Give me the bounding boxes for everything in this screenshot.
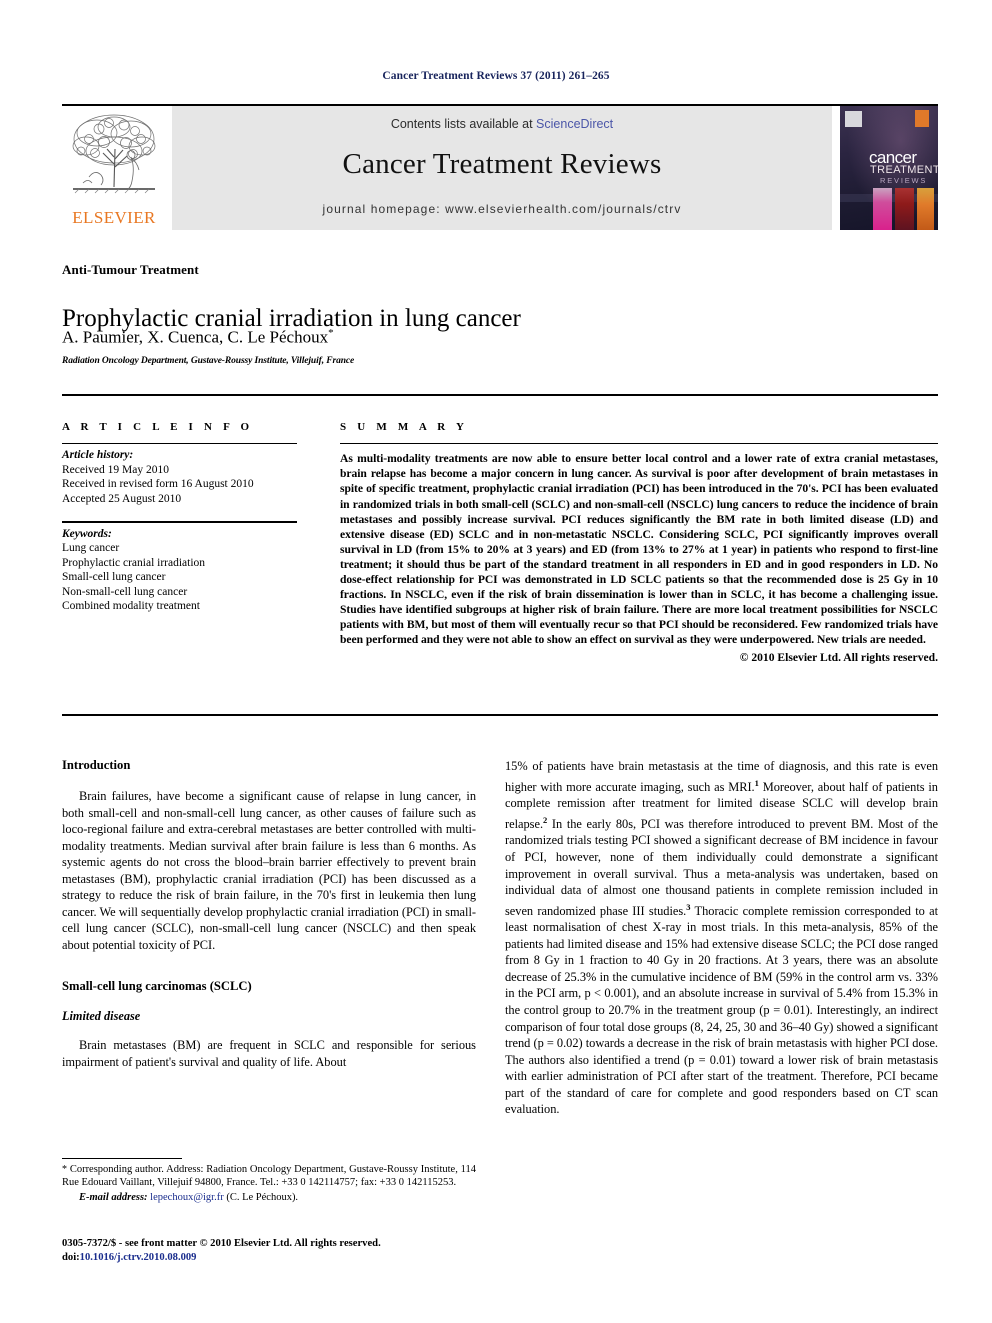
author-names: A. Paumier, X. Cuenca, C. Le Péchoux	[62, 327, 329, 347]
article-history-rule	[62, 443, 297, 445]
cover-title-reviews: REVIEWS	[880, 176, 928, 185]
abstract-text: As multi-modality treatments are now abl…	[340, 452, 938, 647]
contents-available-line: Contents lists available at ScienceDirec…	[172, 117, 832, 131]
keywords-label: Keywords:	[62, 527, 112, 540]
elsevier-tree-icon	[72, 114, 156, 194]
email-address-link[interactable]: lepechoux@igr.fr	[150, 1192, 224, 1203]
summary-header: S U M M A R Y	[340, 421, 469, 433]
body-column-left: Introduction Brain failures, have become…	[62, 758, 476, 1071]
issn-line: 0305-7372/$ - see front matter © 2010 El…	[62, 1238, 381, 1249]
journal-cover-thumbnail[interactable]: cancer TREATMENT REVIEWS	[840, 106, 938, 230]
keyword-item: Non-small-cell lung cancer	[62, 585, 188, 598]
doi-line: doi:10.1016/j.ctrv.2010.08.009	[62, 1251, 532, 1265]
abstract-box-bottom-rule	[62, 714, 938, 716]
right-text-d: Thoracic complete remission corresponded…	[505, 903, 939, 1117]
journal-banner: Contents lists available at ScienceDirec…	[172, 106, 832, 230]
cover-swatch-orange	[917, 188, 934, 230]
keyword-item: Small-cell lung cancer	[62, 571, 166, 584]
keywords-rule	[62, 521, 297, 523]
footnote-separator-rule	[62, 1158, 182, 1160]
doi-label: doi:	[62, 1251, 80, 1263]
right-text-c: In the early 80s, PCI was therefore intr…	[505, 816, 938, 918]
article-history-label: Article history:	[62, 449, 134, 462]
abstract-box-top-rule	[62, 394, 938, 396]
elsevier-logo: ELSEVIER	[62, 106, 166, 230]
footnote-email-line: E-mail address: lepechoux@igr.fr (C. Le …	[62, 1191, 476, 1204]
contents-prefix-text: Contents lists available at	[390, 117, 537, 131]
article-history-item: Accepted 25 August 2010	[62, 492, 182, 505]
running-head: Cancer Treatment Reviews 37 (2011) 261–2…	[382, 70, 610, 82]
corresponding-author-footnote: * Corresponding author. Address: Radiati…	[62, 1163, 476, 1204]
sciencedirect-link[interactable]: ScienceDirect	[536, 117, 613, 131]
email-owner-text: (C. Le Péchoux).	[226, 1191, 299, 1203]
keyword-item: Lung cancer	[62, 542, 120, 555]
cover-orange-tab	[915, 110, 929, 127]
cover-swatch-pink	[873, 188, 892, 230]
abstract-copyright: © 2010 Elsevier Ltd. All rights reserved…	[739, 650, 938, 664]
issn-copyright-block: 0305-7372/$ - see front matter © 2010 El…	[62, 1237, 532, 1264]
heading-limited-disease: Limited disease	[62, 1009, 141, 1024]
paragraph-right-continuation: 15% of patients have brain metastasis at…	[505, 758, 938, 1118]
cover-elsevier-logo-icon	[845, 111, 862, 127]
heading-introduction: Introduction	[62, 758, 131, 772]
cover-title-treatment: TREATMENT	[870, 164, 938, 176]
paragraph-limited-disease: Brain metastases (BM) are frequent in SC…	[62, 1038, 476, 1070]
paragraph-introduction: Brain failures, have become a significan…	[62, 789, 476, 952]
keyword-item: Combined modality treatment	[62, 600, 200, 613]
article-history-item: Received 19 May 2010	[62, 463, 169, 476]
cover-swatch-red	[895, 188, 914, 230]
email-address-label: E-mail address:	[79, 1191, 148, 1203]
article-info-column: Article history: Received 19 May 2010 Re…	[62, 443, 302, 614]
doi-link[interactable]: 10.1016/j.ctrv.2010.08.009	[80, 1252, 197, 1263]
summary-column: As multi-modality treatments are now abl…	[340, 443, 938, 665]
journal-title: Cancer Treatment Reviews	[342, 148, 662, 180]
author-list: A. Paumier, X. Cuenca, C. Le Péchoux*	[62, 327, 862, 348]
footnote-text: Corresponding author. Address: Radiation…	[62, 1164, 476, 1189]
summary-rule	[340, 443, 938, 445]
journal-masthead: ELSEVIER Contents lists available at Sci…	[62, 106, 938, 230]
article-section-label: Anti-Tumour Treatment	[62, 262, 199, 277]
keyword-item: Prophylactic cranial irradiation	[62, 556, 206, 569]
elsevier-wordmark: ELSEVIER	[72, 208, 156, 227]
article-page: Cancer Treatment Reviews 37 (2011) 261–2…	[0, 0, 992, 1323]
article-history-item: Received in revised form 16 August 2010	[62, 478, 254, 491]
heading-sclc: Small-cell lung carcinomas (SCLC)	[62, 979, 252, 994]
body-column-right: 15% of patients have brain metastasis at…	[505, 758, 938, 1118]
author-affiliation: Radiation Oncology Department, Gustave-R…	[62, 356, 355, 366]
article-info-header: A R T I C L E I N F O	[62, 421, 254, 433]
corresponding-author-marker: *	[328, 327, 334, 339]
journal-homepage-line[interactable]: journal homepage: www.elsevierhealth.com…	[172, 202, 832, 216]
